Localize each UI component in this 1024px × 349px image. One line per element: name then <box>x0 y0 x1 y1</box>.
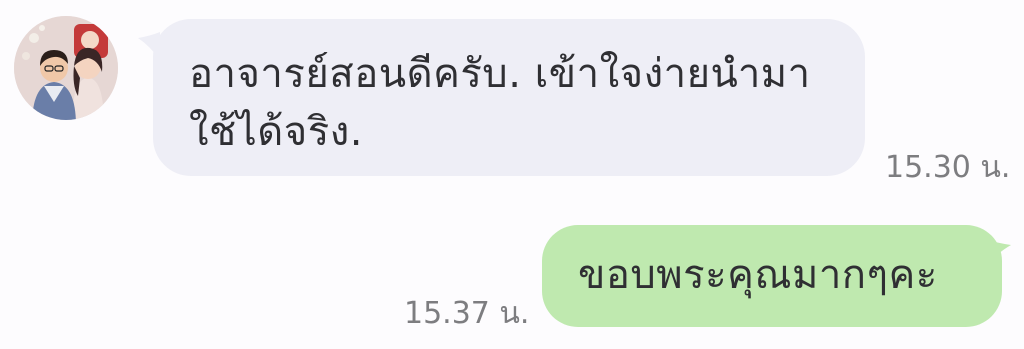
sender-avatar[interactable] <box>14 16 118 120</box>
outgoing-message-text: ขอบพระคุณมากๆคะ <box>578 252 938 298</box>
incoming-message-bubble[interactable]: อาจารย์สอนดีครับ. เข้าใจง่ายนำมาใช้ได้จร… <box>153 19 865 176</box>
outgoing-message-bubble[interactable]: ขอบพระคุณมากๆคะ <box>542 225 1002 327</box>
incoming-message-timestamp: 15.30 น. <box>885 150 1011 185</box>
outgoing-message-timestamp: 15.37 น. <box>404 296 530 331</box>
chat-view: อาจารย์สอนดีครับ. เข้าใจง่ายนำมาใช้ได้จร… <box>0 0 1024 349</box>
incoming-message-text: อาจารย์สอนดีครับ. เข้าใจง่ายนำมาใช้ได้จร… <box>189 51 811 155</box>
